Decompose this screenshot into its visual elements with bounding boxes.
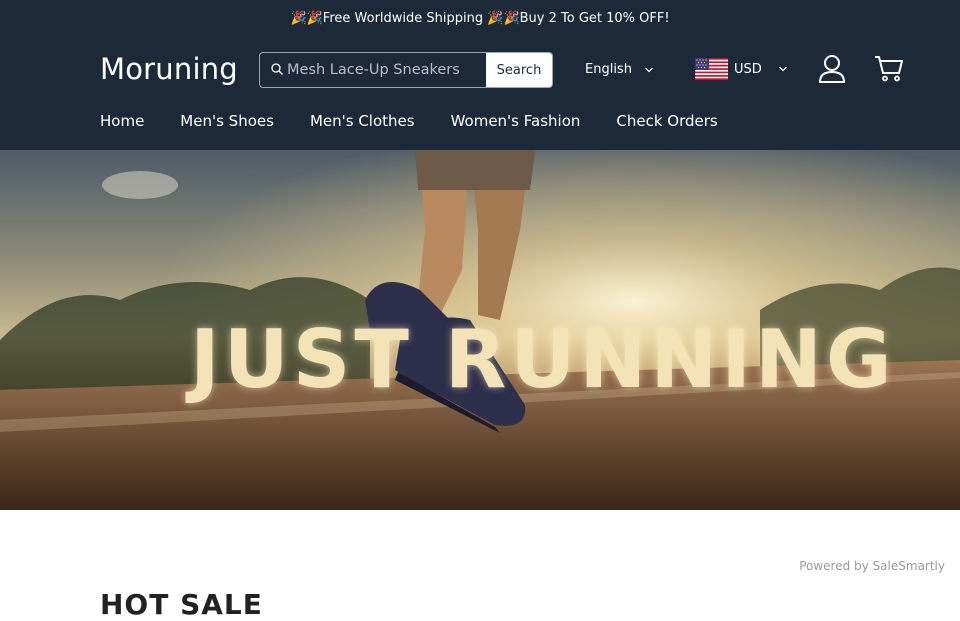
hero-banner[interactable]: JUST RUNNING [0,150,960,510]
powered-by-text[interactable]: Powered by SaleSmartly [799,559,945,573]
nav-item-check-orders[interactable]: Check Orders [616,112,717,130]
nav-item-home[interactable]: Home [100,112,144,130]
search-icon [271,63,283,75]
currency-selector[interactable]: USD [695,58,788,80]
site-logo[interactable]: Moruning [100,52,238,86]
search-bar: Search [259,52,553,88]
user-icon[interactable] [818,54,846,84]
search-input[interactable] [260,53,486,87]
currency-label: USD [734,61,762,77]
cart-icon[interactable] [874,54,904,82]
hero-headline: JUST RUNNING [190,313,896,406]
site-header: Moruning Search English [0,36,960,150]
announcement-text: 🎉🎉Free Worldwide Shipping 🎉🎉Buy 2 To Get… [290,10,670,26]
main-nav: Home Men's Shoes Men's Clothes Women's F… [100,112,718,130]
search-button[interactable]: Search [486,53,552,87]
chevron-down-icon [778,66,787,72]
announcement-bar: 🎉🎉Free Worldwide Shipping 🎉🎉Buy 2 To Get… [0,0,960,36]
nav-item-mens-shoes[interactable]: Men's Shoes [180,112,274,130]
language-selector[interactable]: English [585,62,654,77]
chevron-down-icon [645,67,653,72]
nav-item-mens-clothes[interactable]: Men's Clothes [310,112,415,130]
us-flag-icon [695,58,728,80]
nav-item-womens-fashion[interactable]: Women's Fashion [451,112,581,130]
section-title: HOT SALE [100,588,263,621]
language-label: English [585,62,632,77]
